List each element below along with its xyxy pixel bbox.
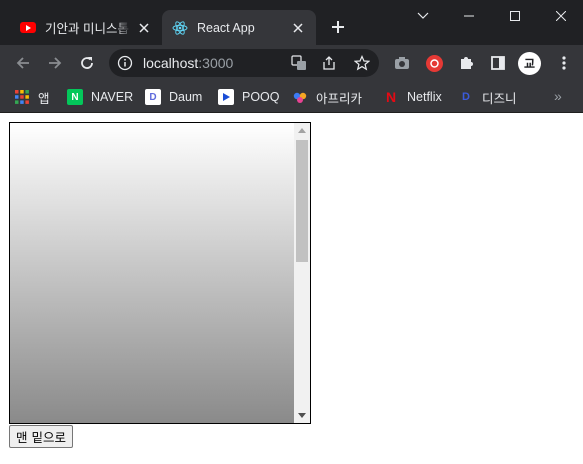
profile-avatar[interactable]: 교 [518,52,541,75]
scrollbar[interactable] [294,123,310,423]
forward-arrow-icon [49,57,62,69]
address-bar[interactable]: localhost:3000 [109,49,379,77]
bookmark-label: POOQ [242,90,280,104]
react-icon [172,20,188,36]
translate-icon [291,55,306,70]
bookmark-afreeca[interactable]: 아프리카 [292,87,362,107]
url-host: localhost [143,55,199,71]
reload-icon [81,57,93,69]
netflix-icon: N [385,89,397,105]
plus-icon [332,21,344,33]
info-icon[interactable] [117,55,133,71]
back-button[interactable] [11,51,35,75]
reload-button[interactable] [75,51,99,75]
bookmark-label: 앱 [38,91,50,106]
page-viewport: 맨 밑으로 [0,114,583,464]
close-window-button[interactable] [538,0,583,32]
minimize-button[interactable] [446,0,492,32]
bookmark-label: 디즈니 [482,91,517,106]
bookmark-pooq[interactable]: POOQ [218,87,280,107]
url-port: :3000 [198,55,234,71]
side-panel-button[interactable] [486,51,510,75]
maximize-button[interactable] [492,0,538,32]
extensions-button[interactable] [454,51,478,75]
disney-icon: D [462,91,470,103]
close-tab-icon[interactable] [290,20,306,36]
side-panel-icon [491,56,505,70]
close-icon [556,11,566,21]
bookmark-apps[interactable]: 앱 [14,87,50,107]
bookmark-star-button[interactable] [350,51,374,75]
tab-react-app[interactable]: React App [162,10,316,45]
bookmark-label: 아프리카 [316,91,363,106]
scrollbar-thumb[interactable] [296,140,308,262]
share-icon [323,56,335,70]
bookmarks-bar: 앱 N NAVER D Daum POOQ 아프리카 N Netflix D 디… [0,81,583,113]
gradient-content [10,123,294,423]
red-extension-button[interactable] [422,51,446,75]
back-arrow-icon [16,57,29,69]
bookmark-naver[interactable]: N NAVER [67,87,133,107]
new-tab-button[interactable] [326,16,350,40]
share-button[interactable] [317,51,341,75]
maximize-icon [510,11,520,21]
bookmark-label: Netflix [407,90,442,104]
afreeca-icon [292,89,308,105]
bookmark-daum[interactable]: D Daum [145,87,202,107]
bookmark-disney[interactable]: D 디즈니 [458,87,517,107]
scroll-down-arrow-icon[interactable] [298,413,306,418]
scroll-up-arrow-icon[interactable] [298,128,306,133]
close-tab-icon[interactable] [136,20,152,36]
apps-grid-icon [14,89,30,105]
bookmark-label: Daum [169,90,203,104]
scroll-to-bottom-button[interactable]: 맨 밑으로 [9,425,73,448]
tab-strip: 기안과 미니스톱 React App [0,0,583,45]
forward-button[interactable] [43,51,67,75]
pooq-icon [218,89,234,105]
scroll-container[interactable] [9,122,311,424]
extension-icon [425,54,443,72]
camera-icon [395,57,409,69]
naver-icon: N [67,89,83,105]
tab-search-button[interactable] [400,0,446,32]
browser-toolbar: localhost:3000 교 [0,45,583,81]
minimize-icon [464,15,474,17]
more-bookmarks-icon[interactable]: » [554,88,562,104]
tab-title: 기안과 미니스톱 [45,22,129,36]
chevron-down-icon [417,12,429,19]
bookmark-netflix[interactable]: N Netflix [383,87,442,107]
menu-button[interactable] [552,51,576,75]
translate-button[interactable] [287,51,311,75]
screen-capture-extension[interactable] [390,51,414,75]
more-icon [562,56,566,70]
bookmark-label: NAVER [91,90,134,104]
youtube-icon [20,20,36,36]
daum-icon: D [145,89,161,105]
puzzle-icon [461,57,473,69]
url-text: localhost:3000 [143,55,233,71]
tab-title: React App [197,20,255,35]
star-icon [354,55,370,71]
tab-youtube[interactable]: 기안과 미니스톱 [10,10,162,45]
